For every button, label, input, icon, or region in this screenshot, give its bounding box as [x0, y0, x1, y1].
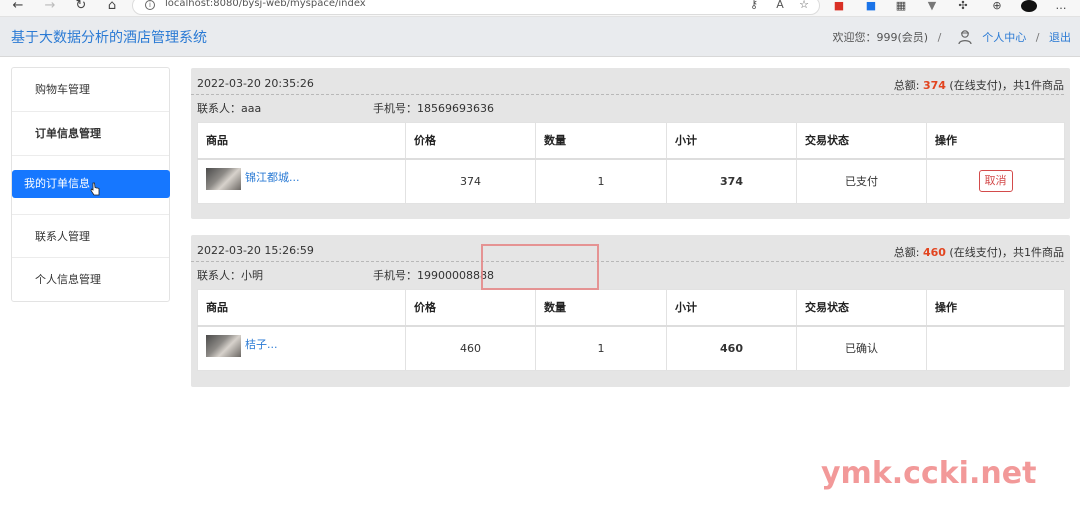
extension-red-icon[interactable]: ■ [832, 0, 846, 12]
forward-icon[interactable]: → [42, 0, 58, 14]
hand-cursor-icon [90, 182, 100, 196]
refresh-icon[interactable]: ↻ [73, 0, 89, 14]
welcome-text: 欢迎您：999(会员) [832, 31, 929, 44]
product-cell: 锦江都城... [197, 158, 406, 204]
col-price: 价格 [405, 122, 536, 160]
user-center-link[interactable]: 个人中心 [982, 31, 1026, 44]
watermark-stamp [481, 244, 599, 290]
site-title[interactable]: 基于大数据分析的酒店管理系统 [11, 27, 207, 47]
table-header-row: 商品 价格 数量 小计 交易状态 操作 [197, 289, 1065, 327]
cancel-order-button[interactable]: 取消 [978, 170, 1013, 193]
col-subtotal: 小计 [666, 289, 797, 327]
home-icon[interactable]: ⌂ [104, 0, 120, 14]
order-contact: 联系人：aaa [197, 102, 262, 115]
order-time: 2022-03-20 15:26:59 [197, 244, 314, 257]
more-icon[interactable]: … [1054, 0, 1068, 12]
action-cell: 取消 [926, 158, 1065, 204]
col-product: 商品 [197, 289, 406, 327]
read-aloud-icon[interactable]: A [773, 0, 787, 11]
address-url[interactable]: localhost:8080/bysj-web/myspace/index [165, 0, 366, 9]
header-separator: / [1035, 31, 1040, 44]
dashed-divider [191, 261, 1064, 262]
sidebar-item-profile[interactable]: 个人信息管理 [12, 258, 169, 302]
order-total: 总额: 460 (在线支付)，共1件商品 [894, 244, 1064, 260]
sidebar-item-label: 我的订单信息 [24, 177, 90, 190]
order-time: 2022-03-20 20:35:26 [197, 77, 314, 90]
product-link[interactable]: 锦江都城... [245, 171, 300, 184]
site-header: 基于大数据分析的酒店管理系统 欢迎您：999(会员) / 个人中心 / 退出 [0, 17, 1080, 57]
profile-avatar-icon[interactable] [1021, 0, 1037, 12]
key-icon[interactable]: ⚷ [747, 0, 761, 11]
favorite-icon[interactable]: ☆ [797, 0, 811, 11]
watermark-site: ymk.ccki.net [821, 456, 1037, 491]
collections-icon[interactable]: ⊕ [990, 0, 1004, 12]
user-icon [958, 30, 972, 45]
subtotal-cell: 460 [666, 325, 797, 371]
info-icon[interactable]: i [145, 0, 155, 10]
extension-blue-icon[interactable]: ■ [864, 0, 878, 12]
header-user-area: 欢迎您：999(会员) / 个人中心 / 退出 [832, 29, 1071, 45]
extension-qr-icon[interactable]: ▦ [894, 0, 908, 12]
sidebar-item-my-orders[interactable]: 我的订单信息 [12, 170, 170, 198]
product-thumbnail[interactable] [206, 335, 241, 358]
col-status: 交易状态 [796, 122, 927, 160]
order-items-table: 商品 价格 数量 小计 交易状态 操作 锦江都城... 374 1 374 已支… [197, 122, 1065, 204]
table-header-row: 商品 价格 数量 小计 交易状态 操作 [197, 122, 1065, 160]
col-product: 商品 [197, 122, 406, 160]
status-cell: 已支付 [796, 158, 927, 204]
extension-filter-icon[interactable]: ▼ [925, 0, 939, 12]
col-action: 操作 [926, 122, 1065, 160]
product-cell: 桔子... [197, 325, 406, 371]
col-qty: 数量 [535, 122, 667, 160]
col-action: 操作 [926, 289, 1065, 327]
extensions-puzzle-icon[interactable]: ✣ [956, 0, 970, 12]
sidebar-group-orders[interactable]: 订单信息管理 [12, 112, 169, 156]
logout-link[interactable]: 退出 [1049, 31, 1071, 44]
qty-cell: 1 [535, 325, 667, 371]
action-cell [926, 325, 1065, 371]
order-total-label: 总额: [893, 246, 920, 259]
qty-cell: 1 [535, 158, 667, 204]
col-qty: 数量 [535, 289, 667, 327]
sidebar-item-cart[interactable]: 购物车管理 [12, 68, 169, 112]
product-link[interactable]: 桔子... [245, 338, 278, 351]
order-total: 总额: 374 (在线支付)，共1件商品 [894, 77, 1064, 93]
order-total-note: (在线支付)，共1件商品 [949, 79, 1064, 92]
dashed-divider [191, 94, 1064, 95]
browser-toolbar: ← → ↻ ⌂ i localhost:8080/bysj-web/myspac… [0, 0, 1080, 17]
order-total-amount: 374 [922, 79, 946, 92]
back-icon[interactable]: ← [10, 0, 26, 14]
sidebar: 购物车管理 订单信息管理 我的订单信息 联系人管理 个人信息管理 [11, 67, 170, 302]
product-thumbnail[interactable] [206, 168, 241, 191]
order-total-label: 总额: [893, 79, 920, 92]
order-contact: 联系人：小明 [197, 269, 263, 282]
header-separator: / [937, 31, 942, 44]
table-row: 桔子... 460 1 460 已确认 [197, 325, 1065, 371]
col-subtotal: 小计 [666, 122, 797, 160]
order-phone: 手机号：19900008888 [373, 269, 494, 282]
price-cell: 460 [405, 325, 536, 371]
order-total-note: (在线支付)，共1件商品 [949, 246, 1064, 259]
order-items-table: 商品 价格 数量 小计 交易状态 操作 桔子... 460 1 460 已确认 [197, 289, 1065, 371]
col-price: 价格 [405, 289, 536, 327]
order-phone: 手机号：18569693636 [373, 102, 494, 115]
order-total-amount: 460 [922, 246, 946, 259]
sidebar-item-contacts[interactable]: 联系人管理 [12, 214, 169, 258]
subtotal-cell: 374 [666, 158, 797, 204]
price-cell: 374 [405, 158, 536, 204]
status-cell: 已确认 [796, 325, 927, 371]
order-card: 2022-03-20 20:35:26 总额: 374 (在线支付)，共1件商品… [191, 68, 1070, 219]
col-status: 交易状态 [796, 289, 927, 327]
address-bar[interactable]: i localhost:8080/bysj-web/myspace/index … [132, 0, 820, 15]
watermark-stamp-text [533, 244, 546, 288]
table-row: 锦江都城... 374 1 374 已支付 取消 [197, 158, 1065, 204]
order-card: 2022-03-20 15:26:59 总额: 460 (在线支付)，共1件商品… [191, 235, 1070, 387]
